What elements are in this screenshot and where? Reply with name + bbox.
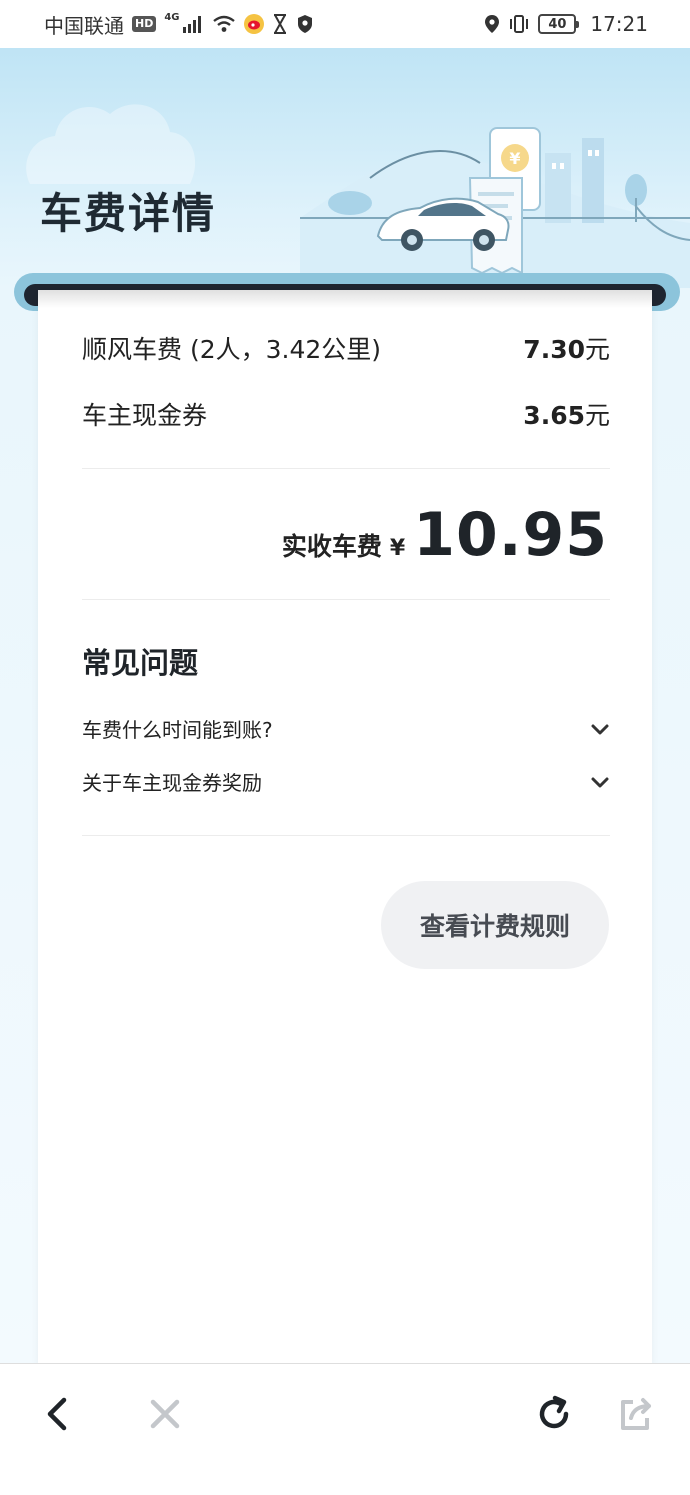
status-left: 中国联通 HD 4G xyxy=(44,10,314,39)
weibo-icon xyxy=(243,14,264,34)
vibrate-icon xyxy=(510,15,529,33)
status-bar: 中国联通 HD 4G 40 17:21 xyxy=(0,0,690,48)
faq-item-arrival-time[interactable]: 车费什么时间能到账? xyxy=(82,714,610,743)
total-currency: ¥ xyxy=(389,536,406,561)
fee-unit: 元 xyxy=(584,401,610,430)
chevron-down-icon xyxy=(591,724,609,734)
fee-row-ride: 顺风车费 (2人，3.42公里) 7.30元 xyxy=(82,330,610,366)
fee-value: 3.65元 xyxy=(523,396,610,432)
faq-item-coupon-reward[interactable]: 关于车主现金券奖励 xyxy=(82,767,610,796)
fee-detail-card xyxy=(38,290,652,1363)
page-header: 车费详情 ¥ xyxy=(0,48,690,288)
divider xyxy=(82,468,610,469)
fee-row-coupon: 车主现金券 3.65元 xyxy=(82,396,610,432)
chevron-down-icon xyxy=(591,777,609,787)
status-right: 40 17:21 xyxy=(484,12,648,36)
total-fare: 实收车费 ¥ 10.95 xyxy=(282,500,608,570)
fee-label: 顺风车费 (2人，3.42公里) xyxy=(82,335,382,364)
fee-value: 7.30元 xyxy=(523,330,610,366)
battery-indicator: 40 xyxy=(538,14,580,34)
page-title: 车费详情 xyxy=(40,189,217,238)
hourglass-icon xyxy=(273,14,286,34)
shield-icon xyxy=(297,15,312,33)
divider xyxy=(82,835,610,836)
total-label: 实收车费 xyxy=(281,532,382,561)
faq-title: 常见问题 xyxy=(82,646,199,680)
car-receipt-illustration: ¥ xyxy=(300,127,690,288)
total-amount: 10.95 xyxy=(413,500,608,570)
refresh-icon[interactable] xyxy=(530,1390,578,1438)
cloud-decoration xyxy=(26,104,196,184)
location-icon xyxy=(485,15,500,33)
faq-question: 车费什么时间能到账? xyxy=(82,718,273,742)
network-type: 4G xyxy=(164,11,180,23)
svg-text:¥: ¥ xyxy=(509,149,520,168)
share-icon[interactable] xyxy=(611,1390,659,1438)
hd-badge: HD xyxy=(132,16,157,32)
divider xyxy=(82,599,610,600)
wifi-icon xyxy=(212,15,235,32)
signal-icon xyxy=(182,16,201,33)
view-fee-rules-button[interactable]: 查看计费规则 xyxy=(381,881,609,969)
fee-amount: 7.30 xyxy=(523,335,585,364)
card-top-shadow xyxy=(38,290,652,308)
carrier-name: 中国联通 xyxy=(44,13,124,38)
fee-amount: 3.65 xyxy=(523,401,585,430)
fee-unit: 元 xyxy=(584,335,610,364)
browser-bottom-nav xyxy=(0,1363,690,1495)
close-icon[interactable] xyxy=(141,1390,189,1438)
back-arrow-icon[interactable] xyxy=(34,1390,82,1438)
fee-label: 车主现金券 xyxy=(82,401,208,430)
clock: 17:21 xyxy=(590,12,648,36)
faq-question: 关于车主现金券奖励 xyxy=(82,771,262,795)
